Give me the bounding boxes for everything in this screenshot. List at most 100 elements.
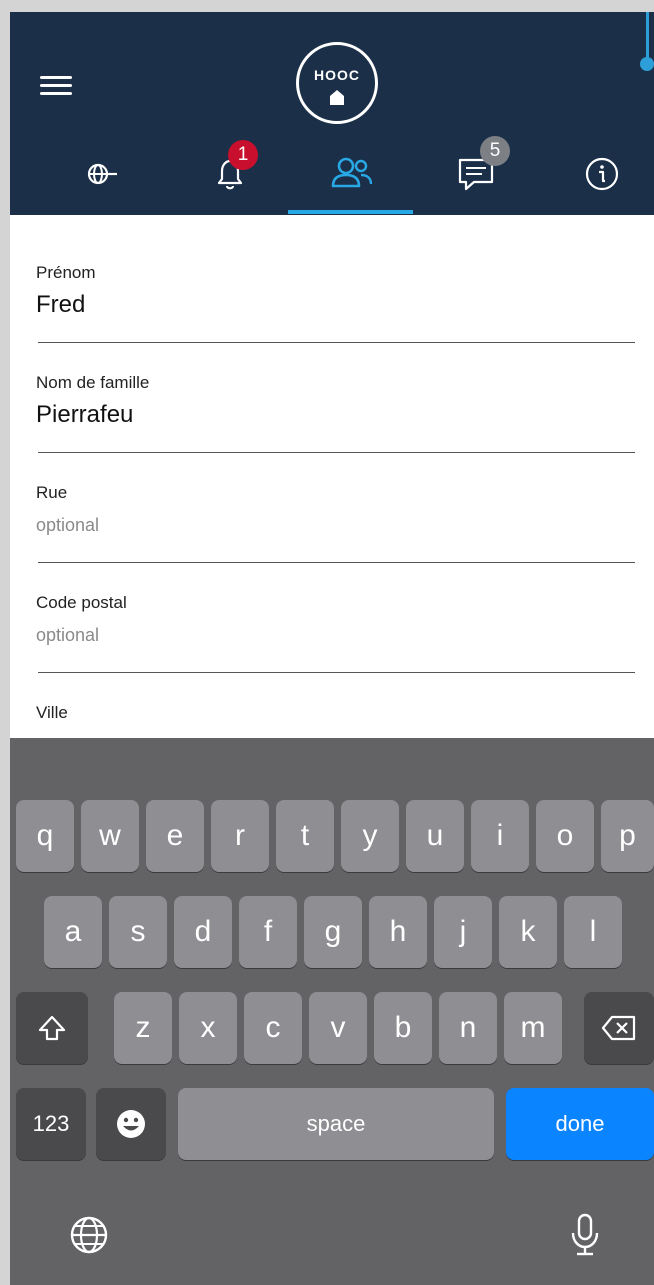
key-label: o (556, 819, 574, 852)
app-screen: HOOC 1 5 Prénom Fred Nom de famille Pier… (10, 12, 654, 1285)
city-label: Ville (36, 703, 68, 722)
key-e[interactable]: e (146, 800, 204, 872)
key-label: w (99, 819, 121, 852)
globe-icon (70, 1216, 108, 1254)
tab-bar: 1 5 (10, 132, 654, 215)
key-label: f (263, 915, 273, 948)
scroll-indicator-dot[interactable] (640, 57, 654, 71)
key-g[interactable]: g (304, 896, 362, 968)
key-i[interactable]: i (471, 800, 529, 872)
first-name-label: Prénom (36, 263, 96, 282)
key-a[interactable]: a (44, 896, 102, 968)
shift-key[interactable] (16, 992, 88, 1064)
key-n[interactable]: n (439, 992, 497, 1064)
app-header: HOOC 1 5 (10, 12, 654, 215)
dictation-key[interactable] (558, 1208, 612, 1262)
key-label: space (306, 1111, 366, 1136)
key-t[interactable]: t (276, 800, 334, 872)
key-label: j (459, 915, 467, 948)
key-o[interactable]: o (536, 800, 594, 872)
key-label: u (426, 819, 444, 852)
key-f[interactable]: f (239, 896, 297, 968)
emoji-icon (117, 1110, 145, 1138)
key-label: e (166, 819, 184, 852)
space-key[interactable]: space (178, 1088, 494, 1160)
key-u[interactable]: u (406, 800, 464, 872)
last-name-underline (38, 452, 635, 453)
key-q[interactable]: q (16, 800, 74, 872)
messages-badge: 5 (480, 136, 510, 166)
first-name-input[interactable] (36, 291, 634, 319)
key-label: done (555, 1111, 605, 1136)
street-input[interactable] (36, 515, 634, 536)
shift-icon (38, 1015, 66, 1041)
tab-messages[interactable]: 5 (414, 132, 538, 215)
key-label: q (36, 819, 54, 852)
key-x[interactable]: x (179, 992, 237, 1064)
key-label: h (389, 915, 407, 948)
last-name-field: Nom de famille (36, 373, 634, 429)
house-icon (330, 90, 344, 105)
notification-badge: 1 (228, 140, 258, 170)
tab-network[interactable] (42, 132, 166, 215)
key-c[interactable]: c (244, 992, 302, 1064)
key-h[interactable]: h (369, 896, 427, 968)
postal-code-field: Code postal (36, 593, 634, 646)
key-label: g (324, 915, 342, 948)
last-name-input[interactable] (36, 401, 634, 429)
first-name-underline (38, 342, 635, 343)
key-label: b (394, 1011, 412, 1044)
key-label: t (300, 819, 310, 852)
key-d[interactable]: d (174, 896, 232, 968)
key-p[interactable]: p (601, 800, 654, 872)
key-label: r (235, 819, 245, 852)
done-key[interactable]: done (506, 1088, 654, 1160)
key-label: y (362, 819, 378, 852)
menu-icon[interactable] (40, 74, 74, 98)
profile-form: Prénom Nom de famille Rue Code postal Vi… (10, 215, 654, 738)
on-screen-keyboard: q w e r t y u i o p a s d f g h j k l z … (10, 738, 654, 1285)
street-label: Rue (36, 483, 68, 502)
key-label: m (520, 1011, 546, 1044)
globe-key[interactable] (62, 1208, 116, 1262)
postal-code-label: Code postal (36, 593, 127, 612)
street-field: Rue (36, 483, 634, 536)
key-label: i (496, 819, 504, 852)
postal-code-input[interactable] (36, 625, 634, 646)
key-label: 123 (32, 1111, 70, 1136)
tab-notifications[interactable]: 1 (168, 132, 292, 215)
emoji-key[interactable] (96, 1088, 166, 1160)
network-globe-icon (87, 163, 117, 184)
backspace-key[interactable] (584, 992, 654, 1064)
key-label: p (619, 819, 636, 852)
key-j[interactable]: j (434, 896, 492, 968)
logo-text: HOOC (314, 67, 360, 83)
key-b[interactable]: b (374, 992, 432, 1064)
info-icon (585, 157, 619, 190)
key-s[interactable]: s (109, 896, 167, 968)
tab-info[interactable] (540, 132, 654, 215)
tab-users[interactable] (290, 132, 414, 215)
key-label: l (589, 915, 597, 948)
active-tab-indicator (288, 210, 413, 214)
key-y[interactable]: y (341, 800, 399, 872)
key-label: x (200, 1011, 216, 1044)
key-z[interactable]: z (114, 992, 172, 1064)
key-k[interactable]: k (499, 896, 557, 968)
key-w[interactable]: w (81, 800, 139, 872)
backspace-icon (601, 1015, 636, 1041)
scroll-indicator-line (646, 12, 649, 60)
key-label: k (520, 915, 536, 948)
numbers-key[interactable]: 123 (16, 1088, 86, 1160)
key-v[interactable]: v (309, 992, 367, 1064)
key-m[interactable]: m (504, 992, 562, 1064)
key-r[interactable]: r (211, 800, 269, 872)
street-underline (38, 562, 635, 563)
first-name-field: Prénom (36, 263, 634, 319)
key-l[interactable]: l (564, 896, 622, 968)
city-field: Ville (36, 703, 634, 723)
key-label: s (130, 915, 146, 948)
key-label: c (265, 1011, 281, 1044)
users-icon (331, 157, 373, 187)
postal-code-underline (38, 672, 635, 673)
